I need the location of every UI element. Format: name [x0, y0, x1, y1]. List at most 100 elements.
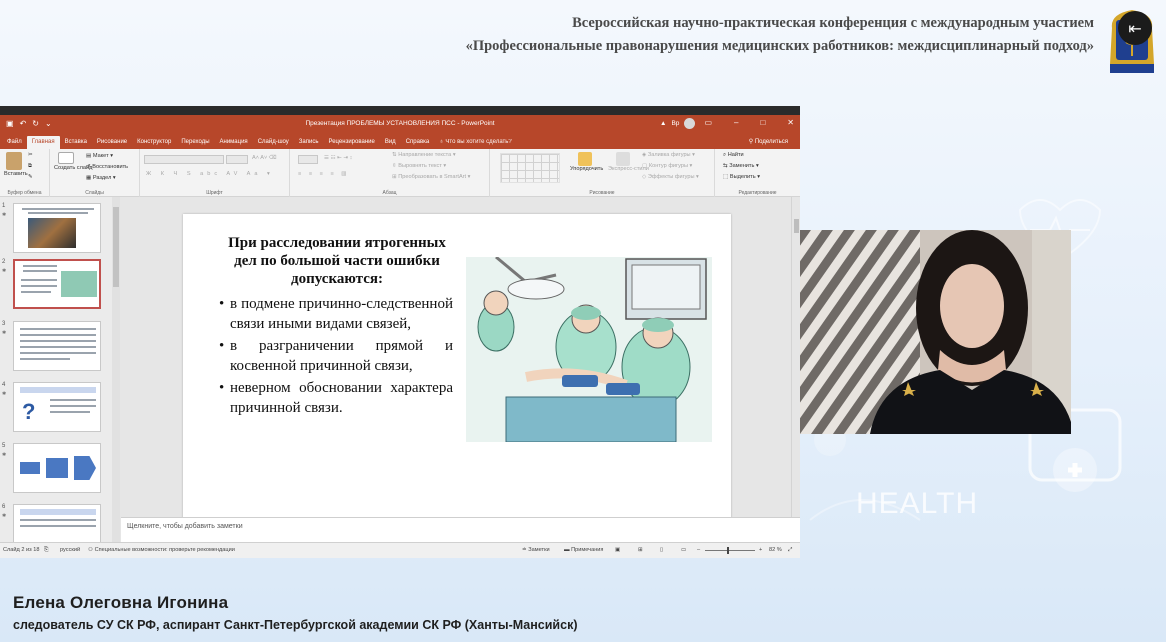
slide-scrollbar-handle[interactable]	[794, 219, 799, 233]
slide-sorter-icon[interactable]: ⊞	[638, 547, 643, 553]
zoom-in-icon[interactable]: +	[759, 547, 762, 553]
slide-bullet-list[interactable]: в подмене причинно-следственной связи ин…	[219, 295, 453, 421]
user-area[interactable]: ▲ Вр	[660, 118, 696, 129]
star-icon: ✱	[2, 452, 7, 458]
maximize-icon[interactable]: □	[760, 118, 765, 127]
notes-pane[interactable]: Щелкните, чтобы добавить заметки	[121, 517, 800, 542]
font-size-buttons[interactable]: A˄ A˅ ⌫	[252, 155, 277, 161]
replace-label: Заменить	[729, 163, 755, 169]
layout-button[interactable]: ▤ Макет ▾	[86, 153, 113, 159]
font-name-select[interactable]	[144, 155, 224, 164]
slide-thumbnails-pane: 1 ✱ 2 ✱ 3 ✱ 4 ✱ ? 5 ✱ 6 ✱	[0, 197, 120, 554]
share-button[interactable]: ⚲ Поделиться	[749, 138, 788, 145]
shape-fill-button[interactable]: ◈ Заливка фигуры ▾	[642, 152, 695, 158]
alignment-buttons[interactable]: ≡ ≡ ≡ ≡ ▥	[298, 171, 350, 177]
slide-thumbnail-3[interactable]	[13, 321, 101, 371]
thumb-header-bar	[20, 509, 96, 515]
thumbnail-number: 2	[2, 259, 6, 265]
paste-button[interactable]: Вставить	[4, 152, 28, 177]
bullets-list-select[interactable]	[298, 155, 318, 164]
thumb-text-line	[20, 525, 96, 527]
clipboard-group-label: Буфер обмена	[7, 190, 42, 196]
align-text-button[interactable]: ⇳ Выровнять текст ▾	[392, 163, 446, 169]
slide-thumbnail-5[interactable]	[13, 443, 101, 493]
zoom-out-icon[interactable]: –	[697, 547, 700, 553]
reset-button[interactable]: ↺ Восстановить	[86, 164, 128, 170]
shapes-gallery[interactable]	[500, 153, 560, 183]
tell-me-search[interactable]: ♁ Что вы хотите сделать?	[434, 136, 517, 149]
copy-icon[interactable]: ⧉	[28, 163, 32, 170]
tab-5[interactable]: Переходы	[176, 136, 214, 149]
tab-2[interactable]: Вставка	[60, 136, 92, 149]
tab-10[interactable]: Вид	[380, 136, 401, 149]
select-button[interactable]: ⬚ Выделить ▾	[723, 174, 760, 180]
format-painter-icon[interactable]: ✎	[28, 174, 33, 180]
paste-label: Вставить	[4, 171, 28, 177]
comments-toggle-button[interactable]: ▬ Примечания	[564, 547, 603, 553]
shape-outline-button[interactable]: ▢ Контур фигуры ▾	[642, 163, 692, 169]
slides-group: Создать слайд ▤ Макет ▾ ↺ Восстановить ▦…	[50, 149, 140, 197]
user-avatar[interactable]	[684, 118, 696, 129]
tab-6[interactable]: Анимация	[215, 136, 253, 149]
slide-vertical-scrollbar[interactable]	[791, 197, 800, 517]
drawing-group-label: Рисование	[589, 190, 615, 196]
notes-toggle-button[interactable]: ≐ Заметки	[522, 547, 550, 553]
shape-effects-button[interactable]: ◇ Эффекты фигуры ▾	[642, 174, 699, 180]
user-initials: Вр	[671, 120, 680, 127]
tab-4[interactable]: Конструктор	[132, 136, 176, 149]
arrange-button[interactable]: Упорядочить	[570, 152, 603, 172]
text-direction-button[interactable]: ⇅ Направление текста ▾	[392, 152, 456, 158]
minimize-icon[interactable]: –	[734, 118, 738, 127]
slide-thumbnail-4[interactable]: ?	[13, 382, 101, 432]
replace-button[interactable]: ⇆ Заменить ▾	[723, 163, 759, 169]
slide-heading[interactable]: При расследовании ятрогенных дел по боль…	[223, 234, 451, 288]
thumb-diagram-box	[20, 462, 40, 474]
spellcheck-icon[interactable]: ⎘	[44, 547, 48, 554]
surgery-illustration[interactable]	[466, 257, 712, 442]
zoom-slider-knob[interactable]	[727, 547, 729, 554]
thumbnail-number: 5	[2, 443, 6, 449]
convert-smartart-button[interactable]: ⊞ Преобразовать в SmartArt ▾	[392, 174, 470, 180]
slideshow-icon[interactable]: ▭	[681, 547, 686, 553]
font-style-buttons[interactable]: Ж К Ч S abc AV Aa ▾	[146, 171, 274, 177]
conference-title-line2: «Профессиональные правонарушения медицин…	[465, 38, 1094, 54]
reading-view-icon[interactable]: ▯	[660, 547, 663, 553]
font-group: A˄ A˅ ⌫ Ж К Ч S abc AV Aa ▾ Шрифт	[140, 149, 290, 197]
tab-1[interactable]: Главная	[26, 136, 60, 149]
zoom-level[interactable]: 82 %	[769, 547, 782, 553]
zoom-slider[interactable]	[705, 550, 755, 551]
thumb-text-line	[21, 285, 57, 287]
cut-icon[interactable]: ✂	[28, 152, 33, 158]
shape-outline-label: Контур фигуры	[648, 163, 688, 169]
tab-8[interactable]: Запись	[294, 136, 324, 149]
fit-to-window-icon[interactable]: ⤢	[788, 547, 792, 554]
slide-thumbnail-2[interactable]	[13, 259, 101, 309]
tab-0[interactable]: Файл	[2, 136, 27, 149]
slides-group-label: Слайды	[85, 190, 104, 196]
normal-view-icon[interactable]: ▣	[615, 547, 620, 553]
editing-group-label: Редактирование	[738, 190, 777, 196]
slide-thumbnail-1[interactable]	[13, 203, 101, 253]
conference-title-line1: Всероссийская научно-практическая конфер…	[572, 15, 1094, 31]
thumbnail-row-5: 5 ✱	[0, 443, 112, 493]
tab-11[interactable]: Справка	[401, 136, 435, 149]
align-text-label: Выровнять текст	[398, 163, 442, 169]
warning-icon: ▲	[660, 120, 667, 127]
thumbnails-scrollbar-handle[interactable]	[113, 207, 119, 287]
back-icon[interactable]: ⇤	[1118, 11, 1152, 45]
font-size-select[interactable]	[226, 155, 248, 164]
language-indicator[interactable]: русский	[60, 547, 80, 553]
find-button[interactable]: ⌕ Найти	[723, 152, 744, 159]
tab-3[interactable]: Рисование	[92, 136, 132, 149]
thumbnails-scrollbar[interactable]	[112, 197, 120, 542]
tab-7[interactable]: Слайд-шоу	[253, 136, 294, 149]
accessibility-status[interactable]: ⚇ Специальные возможности: проверьте рек…	[88, 547, 235, 553]
close-icon[interactable]: ✕	[787, 118, 794, 127]
list-indent-buttons[interactable]: ☰ ☷ ⇤ ⇥ ↕	[324, 155, 352, 161]
section-button[interactable]: ▦ Раздел ▾	[86, 175, 116, 181]
current-slide[interactable]: При расследовании ятрогенных дел по боль…	[183, 214, 731, 522]
tab-9[interactable]: Рецензирование	[323, 136, 379, 149]
ribbon-display-icon[interactable]: ▭	[704, 118, 712, 127]
shape-fill-label: Заливка фигуры	[647, 152, 691, 158]
thumbnail-number: 1	[2, 203, 6, 209]
